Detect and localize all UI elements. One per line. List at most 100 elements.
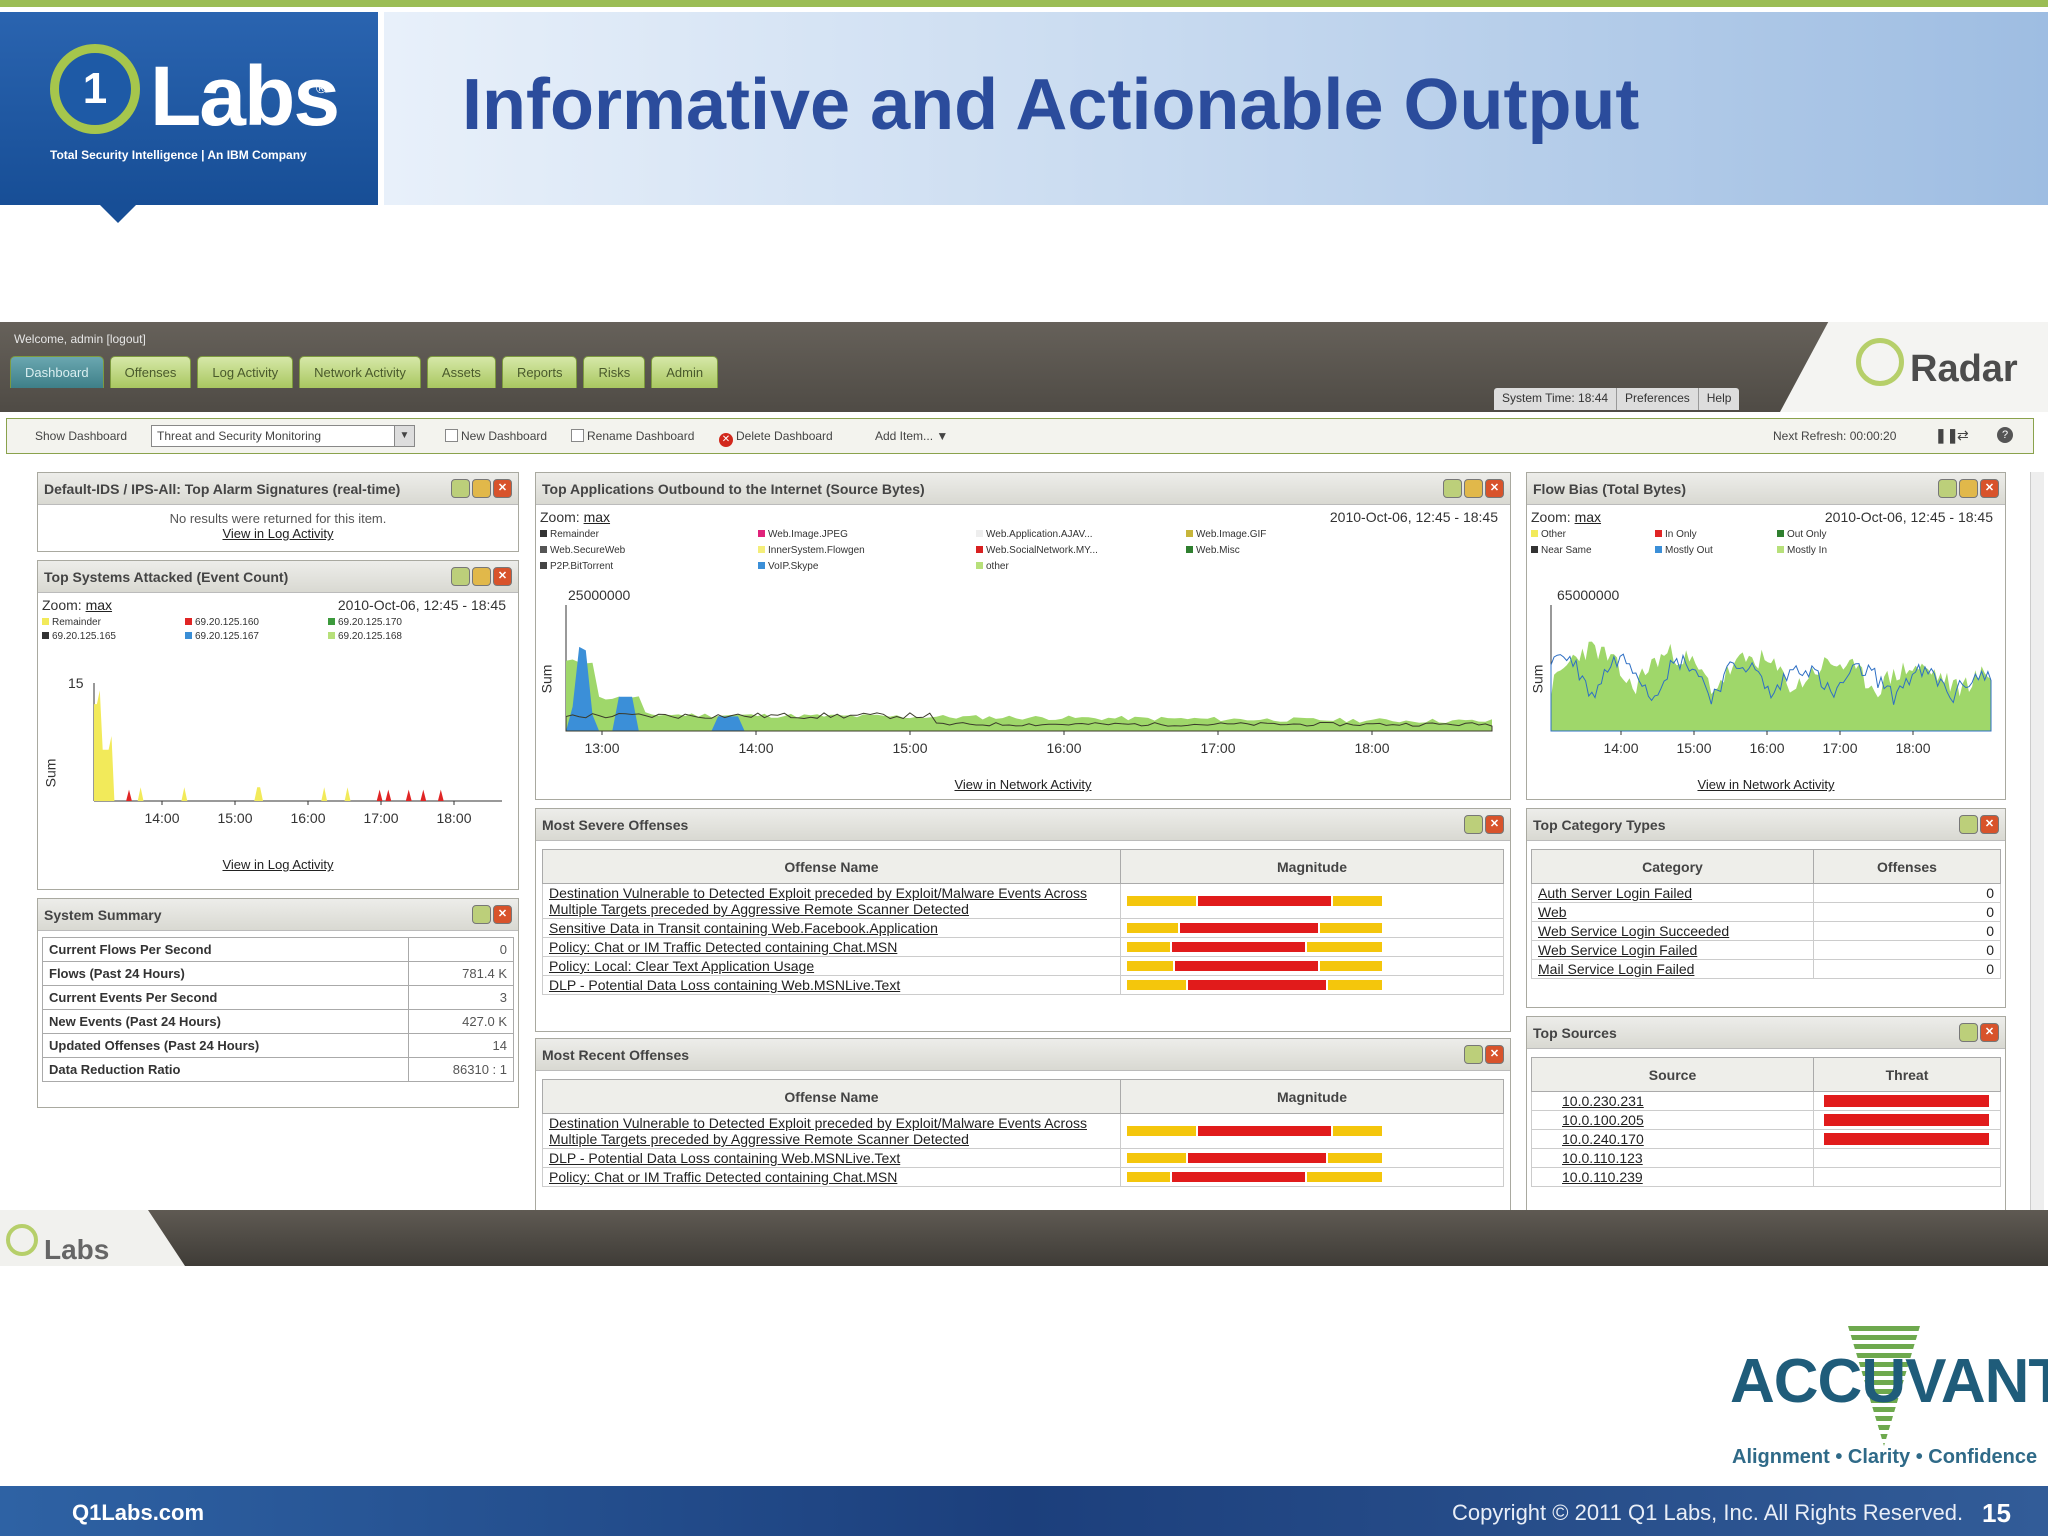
view-network-activity-link[interactable]: View in Network Activity	[1527, 777, 2005, 792]
view-log-activity-link[interactable]: View in Log Activity	[38, 857, 518, 872]
column-header[interactable]: Offense Name	[542, 1079, 1121, 1114]
category-cell: Mail Service Login Failed	[1531, 959, 1814, 979]
close-icon[interactable]: ✕	[1980, 479, 1999, 498]
table-row[interactable]: Web Service Login Succeeded 0	[1531, 921, 2001, 941]
tab-log-activity[interactable]: Log Activity	[197, 356, 294, 388]
tab-reports[interactable]: Reports	[501, 356, 578, 388]
table-row[interactable]: Policy: Local: Clear Text Application Us…	[542, 956, 1504, 976]
table-row[interactable]: DLP - Potential Data Loss containing Web…	[542, 1148, 1504, 1168]
table-row[interactable]: Sensitive Data in Transit containing Web…	[542, 918, 1504, 938]
zoom-max-link[interactable]: max	[584, 509, 610, 525]
tab-offenses[interactable]: Offenses	[109, 356, 192, 388]
config-icon[interactable]	[472, 905, 491, 924]
table-row[interactable]: Web Service Login Failed 0	[1531, 940, 2001, 960]
config-icon[interactable]	[1959, 815, 1978, 834]
source-link[interactable]: 10.0.230.231	[1562, 1093, 1644, 1109]
magnitude-cell	[1120, 918, 1504, 938]
source-link[interactable]: 10.0.100.205	[1562, 1112, 1644, 1128]
category-link[interactable]: Web	[1538, 904, 1567, 920]
source-cell: 10.0.110.239	[1531, 1167, 1814, 1187]
table-row[interactable]: DLP - Potential Data Loss containing Web…	[542, 975, 1504, 995]
close-icon[interactable]: ✕	[1980, 1023, 1999, 1042]
config-icon[interactable]	[1959, 1023, 1978, 1042]
refresh-icon[interactable]: ⇄	[1957, 427, 1969, 444]
zoom-max-link[interactable]: max	[86, 597, 112, 613]
tab-risks[interactable]: Risks	[583, 356, 646, 388]
chevron-down-icon[interactable]: ▼	[394, 426, 414, 446]
table-row[interactable]: 10.0.110.239	[1531, 1167, 2001, 1187]
tab-network-activity[interactable]: Network Activity	[299, 356, 421, 388]
table-row[interactable]: 10.0.110.123	[1531, 1148, 2001, 1168]
popout-icon[interactable]	[472, 479, 491, 498]
column-header[interactable]: Offenses	[1813, 849, 2001, 884]
table-row[interactable]: Policy: Chat or IM Traffic Detected cont…	[542, 937, 1504, 957]
offense-link[interactable]: Destination Vulnerable to Detected Explo…	[549, 1115, 1087, 1147]
offense-link[interactable]: DLP - Potential Data Loss containing Web…	[549, 1150, 900, 1166]
close-icon[interactable]: ✕	[1485, 1045, 1504, 1064]
category-link[interactable]: Web Service Login Succeeded	[1538, 923, 1729, 939]
table-row[interactable]: Mail Service Login Failed 0	[1531, 959, 2001, 979]
offense-link[interactable]: Policy: Chat or IM Traffic Detected cont…	[549, 1169, 897, 1185]
config-icon[interactable]	[1464, 815, 1483, 834]
table-row[interactable]: Web 0	[1531, 902, 2001, 922]
view-log-activity-link[interactable]: View in Log Activity	[38, 526, 518, 541]
popout-icon[interactable]	[472, 567, 491, 586]
column-header[interactable]: Magnitude	[1120, 1079, 1504, 1114]
config-icon[interactable]	[1464, 1045, 1483, 1064]
tab-dashboard[interactable]: Dashboard	[10, 356, 104, 388]
table-row[interactable]: 10.0.100.205	[1531, 1110, 2001, 1130]
table-row[interactable]: Auth Server Login Failed 0	[1531, 883, 2001, 903]
source-link[interactable]: 10.0.110.239	[1562, 1169, 1643, 1185]
category-link[interactable]: Auth Server Login Failed	[1538, 885, 1692, 901]
table-row[interactable]: 10.0.240.170	[1531, 1129, 2001, 1149]
close-icon[interactable]: ✕	[1485, 815, 1504, 834]
legend-swatch	[976, 562, 983, 569]
delete-dashboard-button[interactable]: ✕ Delete Dashboard	[719, 429, 833, 447]
category-link[interactable]: Mail Service Login Failed	[1538, 961, 1694, 977]
delete-icon: ✕	[719, 433, 733, 447]
popout-icon[interactable]	[1959, 479, 1978, 498]
add-item-button[interactable]: Add Item... ▼	[875, 429, 948, 443]
help-link[interactable]: Help	[1699, 388, 1740, 410]
legend-swatch	[185, 632, 192, 639]
offense-link[interactable]: Policy: Chat or IM Traffic Detected cont…	[549, 939, 897, 955]
zoom-max-link[interactable]: max	[1575, 509, 1601, 525]
new-dashboard-button[interactable]: New Dashboard	[445, 429, 547, 443]
config-icon[interactable]	[1938, 479, 1957, 498]
tab-assets[interactable]: Assets	[426, 356, 496, 388]
rename-dashboard-button[interactable]: Rename Dashboard	[571, 429, 694, 443]
category-link[interactable]: Web Service Login Failed	[1538, 942, 1697, 958]
config-icon[interactable]	[451, 567, 470, 586]
tab-admin[interactable]: Admin	[651, 356, 719, 388]
config-icon[interactable]	[451, 479, 470, 498]
column-header[interactable]: Threat	[1813, 1057, 2001, 1092]
view-network-activity-link[interactable]: View in Network Activity	[536, 777, 1510, 792]
close-icon[interactable]: ✕	[493, 905, 512, 924]
offense-link[interactable]: Policy: Local: Clear Text Application Us…	[549, 958, 814, 974]
close-icon[interactable]: ✕	[493, 479, 512, 498]
preferences-link[interactable]: Preferences	[1617, 388, 1699, 410]
legend-label: Remainder	[550, 529, 599, 540]
offense-link[interactable]: DLP - Potential Data Loss containing Web…	[549, 977, 900, 993]
help-icon[interactable]: ?	[1997, 427, 2013, 443]
close-icon[interactable]: ✕	[1980, 815, 1999, 834]
close-icon[interactable]: ✕	[1485, 479, 1504, 498]
pause-icon[interactable]: ❚❚	[1935, 427, 1958, 444]
column-header[interactable]: Category	[1531, 849, 1814, 884]
offense-link[interactable]: Sensitive Data in Transit containing Web…	[549, 920, 938, 936]
source-link[interactable]: 10.0.110.123	[1562, 1150, 1643, 1166]
close-icon[interactable]: ✕	[493, 567, 512, 586]
column-header[interactable]: Magnitude	[1120, 849, 1504, 884]
page-scrollbar[interactable]	[2030, 472, 2044, 1212]
table-row[interactable]: Policy: Chat or IM Traffic Detected cont…	[542, 1167, 1504, 1187]
table-row[interactable]: Destination Vulnerable to Detected Explo…	[542, 883, 1504, 919]
config-icon[interactable]	[1443, 479, 1462, 498]
table-row[interactable]: Destination Vulnerable to Detected Explo…	[542, 1113, 1504, 1149]
dashboard-select[interactable]: Threat and Security Monitoring ▼	[151, 425, 415, 447]
column-header[interactable]: Offense Name	[542, 849, 1121, 884]
offense-link[interactable]: Destination Vulnerable to Detected Explo…	[549, 885, 1087, 917]
popout-icon[interactable]	[1464, 479, 1483, 498]
source-link[interactable]: 10.0.240.170	[1562, 1131, 1644, 1147]
column-header[interactable]: Source	[1531, 1057, 1814, 1092]
table-row[interactable]: 10.0.230.231	[1531, 1091, 2001, 1111]
